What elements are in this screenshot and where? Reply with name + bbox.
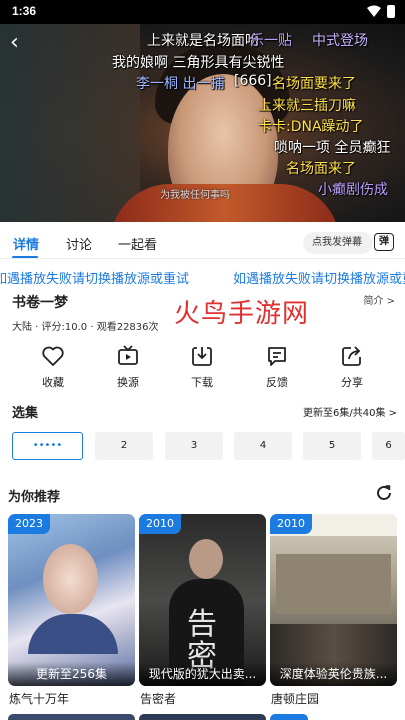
status-bar: 1:36: [0, 0, 405, 24]
share-icon: [342, 346, 361, 366]
recommend-card[interactable]: 2010 深度体验英伦贵族...: [270, 514, 397, 686]
video-player[interactable]: ‹ 上来就是名场面哈 乐一贴 中式登场 我的娘啊 三角形具有尖锐性 李一桐 出一…: [0, 24, 405, 222]
action-label: 分享: [341, 376, 363, 389]
danmu-item: 乐一贴: [250, 33, 292, 49]
danmu-item: 中式登场: [312, 33, 368, 49]
action-row: 收藏 换源 下载 反馈 分享: [0, 344, 405, 394]
danmu-input[interactable]: 点我发弹幕: [303, 232, 373, 254]
recommend-card[interactable]: 告密 2010 现代版的犹大出卖...: [139, 514, 266, 686]
refresh-icon[interactable]: [375, 484, 393, 502]
next-row-card[interactable]: [270, 714, 308, 720]
tv-icon: [118, 345, 138, 365]
danmu-item: 唢呐一项 全员癫狂: [274, 140, 391, 156]
tab-discussion[interactable]: 讨论: [66, 234, 92, 253]
episodes-title: 选集: [12, 406, 39, 421]
heart-icon: [42, 346, 64, 366]
download-icon: [192, 347, 212, 366]
video-subtitle: 为我被任何事吗: [160, 190, 230, 201]
card-episode-label: 现代版的犹大出卖...: [139, 662, 266, 686]
recommend-card[interactable]: 2023 更新至256集: [8, 514, 135, 686]
danmu-item: 名场面来了: [286, 161, 356, 177]
wifi-icon: [367, 5, 381, 17]
battery-icon: [387, 5, 395, 18]
action-label: 下载: [191, 376, 213, 389]
year-badge: 2010: [139, 514, 181, 534]
danmu-item: 上来就三插刀嘛: [258, 98, 356, 114]
action-label: 换源: [117, 376, 139, 389]
action-label: 反馈: [266, 376, 288, 389]
danmu-item: 李一桐 出一捕: [136, 76, 225, 92]
year-badge: 2010: [270, 514, 312, 534]
brief-link[interactable]: 简介 >: [363, 292, 395, 307]
download-button[interactable]: 下载: [172, 344, 232, 390]
recommend-title: 为你推荐: [8, 490, 61, 505]
next-row-card[interactable]: [139, 714, 266, 720]
notice-text: 如遇播放失败请切换播放源或重试: [0, 272, 190, 287]
poster-image: 告密: [139, 514, 266, 686]
card-title[interactable]: 炼气十万年: [9, 690, 69, 707]
episode-item[interactable]: 3: [165, 432, 223, 460]
card-episode-label: 深度体验英伦贵族...: [270, 662, 397, 686]
poster-image: [270, 514, 397, 686]
feedback-button[interactable]: 反馈: [247, 344, 307, 390]
watermark: 火鸟手游网: [174, 299, 310, 329]
notice-text: 如遇播放失败请切换播放源或重试: [233, 272, 405, 287]
year-badge: 2023: [8, 514, 50, 534]
episode-list: ••••• 2 3 4 5 6: [12, 432, 405, 462]
switch-source-button[interactable]: 换源: [98, 344, 158, 390]
danmu-toggle-button[interactable]: 弹: [374, 233, 394, 251]
card-episode-label: 更新至256集: [8, 662, 135, 686]
divider: [0, 258, 405, 259]
show-meta: 大陆 · 评分:10.0 · 观看22836次: [12, 322, 159, 333]
episode-item[interactable]: 5: [303, 432, 361, 460]
back-icon[interactable]: ‹: [10, 32, 32, 54]
episode-item[interactable]: 6: [372, 432, 405, 460]
danmu-item: 上来就是名场面哈: [147, 33, 259, 49]
tab-watch-together[interactable]: 一起看: [118, 234, 157, 253]
share-button[interactable]: 分享: [322, 344, 382, 390]
tab-details[interactable]: 详情: [13, 234, 39, 253]
card-title[interactable]: 唐顿庄园: [271, 690, 319, 707]
episodes-status-link[interactable]: 更新至6集/共40集 >: [303, 404, 397, 419]
danmu-item: 我的娘啊 三角形具有尖锐性: [112, 55, 285, 71]
feedback-icon: [268, 347, 286, 366]
show-title: 书卷一梦: [12, 295, 68, 311]
danmu-item: 卡卡:DNA躁动了: [258, 119, 364, 135]
status-time: 1:36: [12, 4, 37, 18]
danmu-item: [666]: [234, 73, 272, 89]
action-label: 收藏: [42, 376, 64, 389]
episode-item[interactable]: 4: [234, 432, 292, 460]
next-row-card[interactable]: [8, 714, 135, 720]
danmu-item: 名场面要来了: [272, 76, 356, 92]
poster-image: [8, 514, 135, 686]
card-title[interactable]: 告密者: [140, 690, 176, 707]
episode-item[interactable]: •••••: [12, 432, 83, 460]
episode-item[interactable]: 2: [95, 432, 153, 460]
notice-marquee: 如遇播放失败请切换播放源或重试 如遇播放失败请切换播放源或重试: [0, 268, 405, 288]
danmu-item: 小癫剧伤成: [318, 182, 388, 198]
favorite-button[interactable]: 收藏: [23, 344, 83, 390]
